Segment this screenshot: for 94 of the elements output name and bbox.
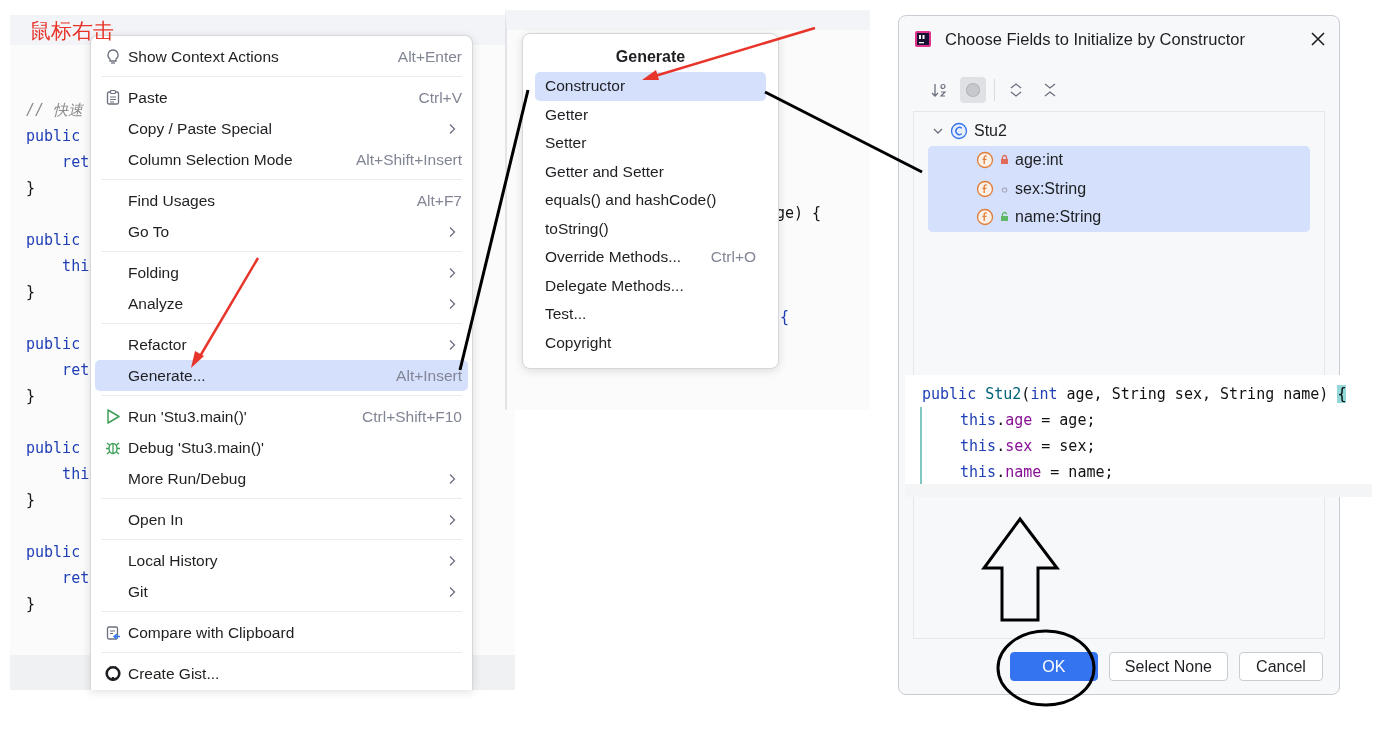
chevron-right-icon — [448, 225, 456, 238]
sort-icon — [931, 82, 947, 98]
menu-item[interactable]: Setter — [535, 129, 766, 158]
code-line: public Stu2(int age, String sex, String name) { — [922, 384, 1347, 405]
code-line: this.name = name; — [920, 459, 1114, 485]
menu-item[interactable]: Constructor — [535, 72, 766, 101]
unlocked-icon — [999, 211, 1010, 224]
menu-item[interactable]: Getter — [535, 100, 766, 129]
code-text: public — [26, 126, 81, 147]
class-icon — [950, 122, 968, 140]
lightbulb-icon — [105, 48, 121, 65]
menu-item[interactable]: Paste Ctrl+V — [95, 82, 468, 113]
code-text: } — [26, 178, 36, 199]
code-text: // 快速 — [26, 100, 84, 121]
field-icon — [976, 179, 994, 198]
expand-icon — [1008, 82, 1024, 98]
app-icon — [915, 31, 931, 47]
code-line: this.sex = sex; — [920, 433, 1096, 459]
code-text: thi — [61, 464, 90, 485]
dialog-button[interactable]: Cancel — [1239, 652, 1323, 681]
code-text: ret — [61, 360, 90, 381]
menu-item[interactable]: Local History — [95, 545, 468, 576]
dialog-title: Choose Fields to Initialize by Constructor — [945, 29, 1245, 49]
cat-icon — [105, 665, 121, 682]
menu-item[interactable]: Analyze — [95, 288, 468, 319]
tree-label: Stu2 — [974, 122, 1007, 140]
menu-item[interactable]: Debug 'Stu3.main()' — [95, 432, 468, 463]
menu-item[interactable]: Compare with Clipboard — [95, 617, 468, 648]
lock-icon — [999, 154, 1010, 167]
chevron-right-icon — [448, 513, 456, 526]
annotation-text: 鼠标右击 — [30, 18, 114, 44]
close-button[interactable] — [1309, 30, 1327, 48]
menu-item[interactable]: Go To — [95, 216, 468, 247]
shortcut-text: Alt+F7 — [416, 191, 462, 210]
menu-item[interactable]: Refactor — [95, 329, 468, 360]
dialog-button[interactable]: Select None — [1108, 652, 1228, 681]
chevron-right-icon — [448, 297, 456, 310]
shortcut-text: Ctrl+V — [418, 88, 462, 107]
code-text: public — [26, 230, 81, 251]
field-label: name:String — [1015, 208, 1102, 227]
chevron-right-icon — [448, 554, 456, 567]
code-line: this.age = age; — [920, 407, 1096, 433]
code-text: public — [26, 438, 81, 459]
menu-item[interactable]: Create Gist... — [95, 658, 468, 689]
code-text: ret — [61, 152, 90, 173]
menu-item[interactable]: Copy / Paste Special — [95, 113, 468, 144]
menu-item[interactable]: equals() and hashCode() — [535, 186, 766, 215]
menu-item[interactable]: Show Context Actions Alt+Enter — [95, 41, 468, 72]
code-text: thi — [61, 256, 90, 277]
code-text: ret — [61, 568, 90, 589]
dialog-button[interactable]: OK — [1009, 652, 1098, 681]
shortcut-text: Ctrl+O — [710, 248, 756, 267]
menu-item[interactable]: Override Methods... Ctrl+O — [535, 243, 766, 272]
shortcut-text: Alt+Shift+Insert — [356, 150, 462, 169]
menu-item[interactable]: Run 'Stu3.main()' Ctrl+Shift+F10 — [95, 401, 468, 432]
tree-node[interactable]: Stu2 — [928, 118, 1310, 144]
code-text: } — [26, 594, 36, 615]
code-text: } — [26, 386, 36, 407]
circle-icon — [965, 82, 981, 98]
chevron-right-icon — [448, 122, 456, 135]
chevron-right-icon — [448, 338, 456, 351]
code-text: } — [26, 490, 36, 511]
menu-item[interactable]: Git — [95, 576, 468, 607]
code-text: public — [26, 542, 81, 563]
shortcut-text: Alt+Insert — [396, 366, 462, 385]
menu-item[interactable]: Find Usages Alt+F7 — [95, 185, 468, 216]
field-icon — [976, 208, 994, 227]
field-label: age:int — [1015, 151, 1064, 170]
close-icon — [1311, 32, 1325, 46]
menu-item[interactable]: Getter and Setter — [535, 157, 766, 186]
menu-item[interactable]: Copyright — [535, 328, 766, 357]
chevron-right-icon — [448, 472, 456, 485]
menu-item[interactable]: More Run/Debug — [95, 463, 468, 494]
shortcut-text: Ctrl+Shift+F10 — [362, 407, 462, 426]
menu-item[interactable]: Delegate Methods... — [535, 271, 766, 300]
menu-item[interactable]: Open In — [95, 504, 468, 535]
clipboard-compare-icon — [105, 624, 121, 641]
field-label: sex:String — [1015, 179, 1087, 198]
chevron-right-icon — [448, 266, 456, 279]
code-text: } — [26, 282, 36, 303]
collapse-icon — [1042, 82, 1058, 98]
menu-item[interactable]: toString() — [535, 214, 766, 243]
code-text: public — [26, 334, 81, 355]
field-icon — [976, 151, 994, 170]
menu-item[interactable]: Folding — [95, 257, 468, 288]
clipboard-icon — [105, 89, 121, 106]
menu-item[interactable]: Generate... Alt+Insert — [95, 360, 468, 391]
chevron-right-icon — [448, 585, 456, 598]
code-text: { — [780, 307, 790, 328]
menu-item[interactable]: Column Selection Mode Alt+Shift+Insert — [95, 144, 468, 175]
menu-title: Generate — [615, 47, 686, 67]
menu-item[interactable]: Test... — [535, 300, 766, 329]
run-icon — [105, 408, 121, 425]
shortcut-text: Alt+Enter — [397, 47, 462, 66]
